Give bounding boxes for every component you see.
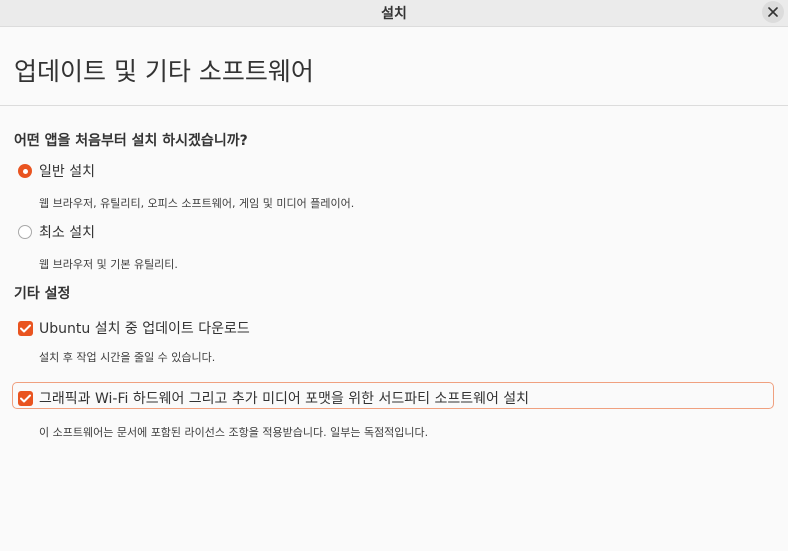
- normal-install-description: 웹 브라우저, 유틸리티, 오피스 소프트웨어, 게임 및 미디어 플레이어.: [39, 197, 355, 210]
- minimal-install-radio-option[interactable]: 최소 설치: [18, 222, 95, 242]
- close-button[interactable]: [762, 1, 784, 23]
- normal-install-radio[interactable]: [18, 164, 32, 178]
- minimal-install-description: 웹 브라우저 및 기본 유틸리티.: [39, 258, 178, 271]
- minimal-install-label[interactable]: 최소 설치: [39, 222, 95, 242]
- title-bar: 설치: [0, 0, 788, 27]
- checkmark-icon: [20, 394, 31, 402]
- minimal-install-radio[interactable]: [18, 225, 32, 239]
- window-title: 설치: [381, 6, 407, 22]
- download-updates-label[interactable]: Ubuntu 설치 중 업데이트 다운로드: [39, 318, 250, 338]
- download-updates-checkbox-option[interactable]: Ubuntu 설치 중 업데이트 다운로드: [18, 318, 250, 338]
- normal-install-label[interactable]: 일반 설치: [39, 161, 95, 181]
- close-icon: [768, 7, 778, 17]
- normal-install-radio-option[interactable]: 일반 설치: [18, 161, 95, 181]
- installer-window: 설치 업데이트 및 기타 소프트웨어 어떤 앱을 처음부터 설치 하시겠습니까?…: [0, 0, 788, 551]
- download-updates-checkbox[interactable]: [18, 320, 33, 336]
- checkmark-icon: [20, 324, 31, 332]
- third-party-software-checkbox-option[interactable]: 그래픽과 Wi-Fi 하드웨어 그리고 추가 미디어 포맷을 위한 서드파티 소…: [18, 388, 529, 408]
- third-party-software-label[interactable]: 그래픽과 Wi-Fi 하드웨어 그리고 추가 미디어 포맷을 위한 서드파티 소…: [39, 388, 529, 408]
- header-divider: [0, 105, 788, 106]
- page-title: 업데이트 및 기타 소프트웨어: [14, 57, 314, 86]
- third-party-software-checkbox[interactable]: [18, 390, 33, 406]
- other-settings-heading: 기타 설정: [14, 286, 71, 302]
- install-type-question: 어떤 앱을 처음부터 설치 하시겠습니까?: [14, 133, 248, 149]
- third-party-software-description: 이 소프트웨어는 문서에 포함된 라이선스 조항을 적용받습니다. 일부는 독점…: [39, 426, 429, 439]
- download-updates-description: 설치 후 작업 시간을 줄일 수 있습니다.: [39, 351, 216, 364]
